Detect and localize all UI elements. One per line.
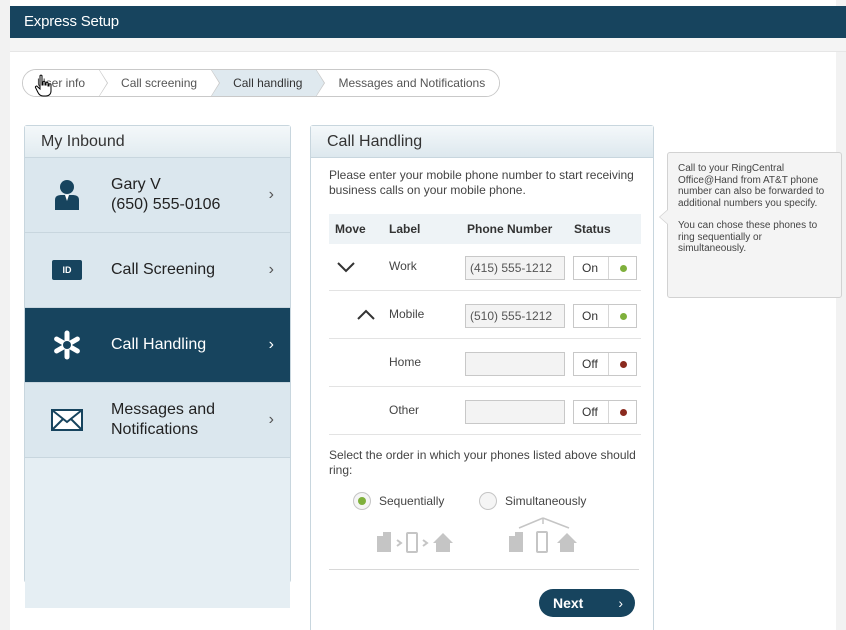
column-phone: Phone Number (467, 222, 553, 236)
table-row: Other Off (329, 387, 641, 435)
panel-title: Call Handling (311, 126, 653, 158)
toggle-divider (608, 305, 609, 327)
column-label: Label (389, 222, 421, 236)
help-tooltip: Call to your RingCentral Office@Hand fro… (659, 152, 842, 298)
table-row: Mobile (510) 555-1212 On (329, 291, 641, 339)
simultaneous-ring-icon (509, 517, 577, 553)
intro-text: Please enter your mobile phone number to… (329, 168, 634, 197)
phone-number-input[interactable] (465, 400, 565, 424)
phone-number-input[interactable]: (415) 555-1212 (465, 256, 565, 280)
breadcrumb-messages-notifications[interactable]: Messages and Notifications (316, 70, 500, 96)
table-row: Work (415) 555-1212 On (329, 243, 641, 291)
radio-sequentially[interactable]: Sequentially (353, 492, 444, 510)
id-badge-icon: ID (51, 254, 83, 286)
status-toggle[interactable]: Off (573, 400, 637, 424)
page-title: Express Setup (10, 6, 846, 38)
breadcrumb-call-handling[interactable]: Call handling (211, 70, 326, 96)
sidebar-item-messages[interactable]: Messages and Notifications › (25, 383, 290, 458)
user-name: Gary V (111, 176, 161, 193)
ring-order-text: Select the order in which your phones li… (329, 448, 636, 477)
asterisk-icon (51, 329, 83, 361)
status-text: On (582, 309, 599, 323)
tooltip-text: Call to your RingCentral Office@Hand fro… (678, 163, 825, 209)
phone-number-input[interactable] (465, 352, 565, 376)
move-down-icon[interactable] (335, 257, 357, 277)
next-button-label: Next (553, 595, 584, 611)
toggle-divider (608, 353, 609, 375)
radio-label: Sequentially (379, 494, 445, 508)
chevron-right-icon: › (268, 261, 274, 278)
status-text: Off (582, 405, 598, 419)
my-inbound-panel: My Inbound Gary V (650) 555-0106 › ID Ca… (24, 125, 291, 608)
table-header: Move Label Phone Number Status (329, 214, 641, 244)
breadcrumb: User info Call screening Call handling M… (22, 69, 501, 97)
status-off-dot-icon (620, 409, 627, 416)
chevron-right-icon: › (268, 186, 274, 203)
row-label: Work (389, 259, 417, 273)
sidebar-empty-area (25, 458, 290, 608)
row-label: Mobile (389, 307, 425, 321)
status-on-dot-icon (620, 265, 627, 272)
chevron-right-icon: › (268, 411, 274, 428)
sidebar-item-label: Notifications (111, 421, 199, 438)
user-phone: (650) 555-0106 (111, 196, 221, 213)
status-text: On (582, 261, 599, 275)
status-off-dot-icon (620, 361, 627, 368)
column-status: Status (574, 222, 611, 236)
toggle-divider (608, 257, 609, 279)
divider (329, 569, 639, 570)
phone-number-input[interactable]: (510) 555-1212 (465, 304, 565, 328)
sidebar-item-label: Call Handling (111, 336, 207, 353)
row-label: Home (389, 355, 422, 369)
status-toggle[interactable]: On (573, 304, 637, 328)
tooltip-text: You can chose these phones to ring seque… (678, 220, 818, 254)
chevron-right-icon: › (618, 595, 623, 611)
hand-cursor-icon (34, 74, 52, 97)
sidebar-item-call-handling[interactable]: Call Handling › (25, 308, 290, 383)
breadcrumb-call-screening[interactable]: Call screening (99, 70, 221, 96)
radio-button-selected[interactable] (353, 492, 371, 510)
status-text: Off (582, 357, 598, 371)
sidebar-item-user[interactable]: Gary V (650) 555-0106 › (25, 158, 290, 233)
table-row: Home Off (329, 339, 641, 387)
next-button[interactable]: Next › (539, 589, 635, 617)
move-up-icon[interactable] (355, 305, 377, 325)
chevron-right-icon: › (268, 336, 274, 353)
my-inbound-title: My Inbound (25, 126, 290, 158)
status-toggle[interactable]: On (573, 256, 637, 280)
sidebar-item-label: Messages and (111, 401, 216, 418)
radio-button[interactable] (479, 492, 497, 510)
sidebar-item-call-screening[interactable]: ID Call Screening › (25, 233, 290, 308)
status-on-dot-icon (620, 313, 627, 320)
call-handling-panel: Call Handling Please enter your mobile p… (310, 125, 654, 630)
header-strip (10, 38, 846, 52)
column-move: Move (335, 222, 366, 236)
envelope-icon (51, 404, 83, 436)
row-label: Other (389, 403, 420, 417)
sidebar-item-label: Call Screening (111, 261, 216, 278)
radio-simultaneously[interactable]: Simultaneously (479, 492, 586, 510)
radio-label: Simultaneously (505, 494, 587, 508)
toggle-divider (608, 401, 609, 423)
status-toggle[interactable]: Off (573, 352, 637, 376)
user-icon (51, 179, 83, 211)
sequential-ring-icon (377, 532, 453, 553)
